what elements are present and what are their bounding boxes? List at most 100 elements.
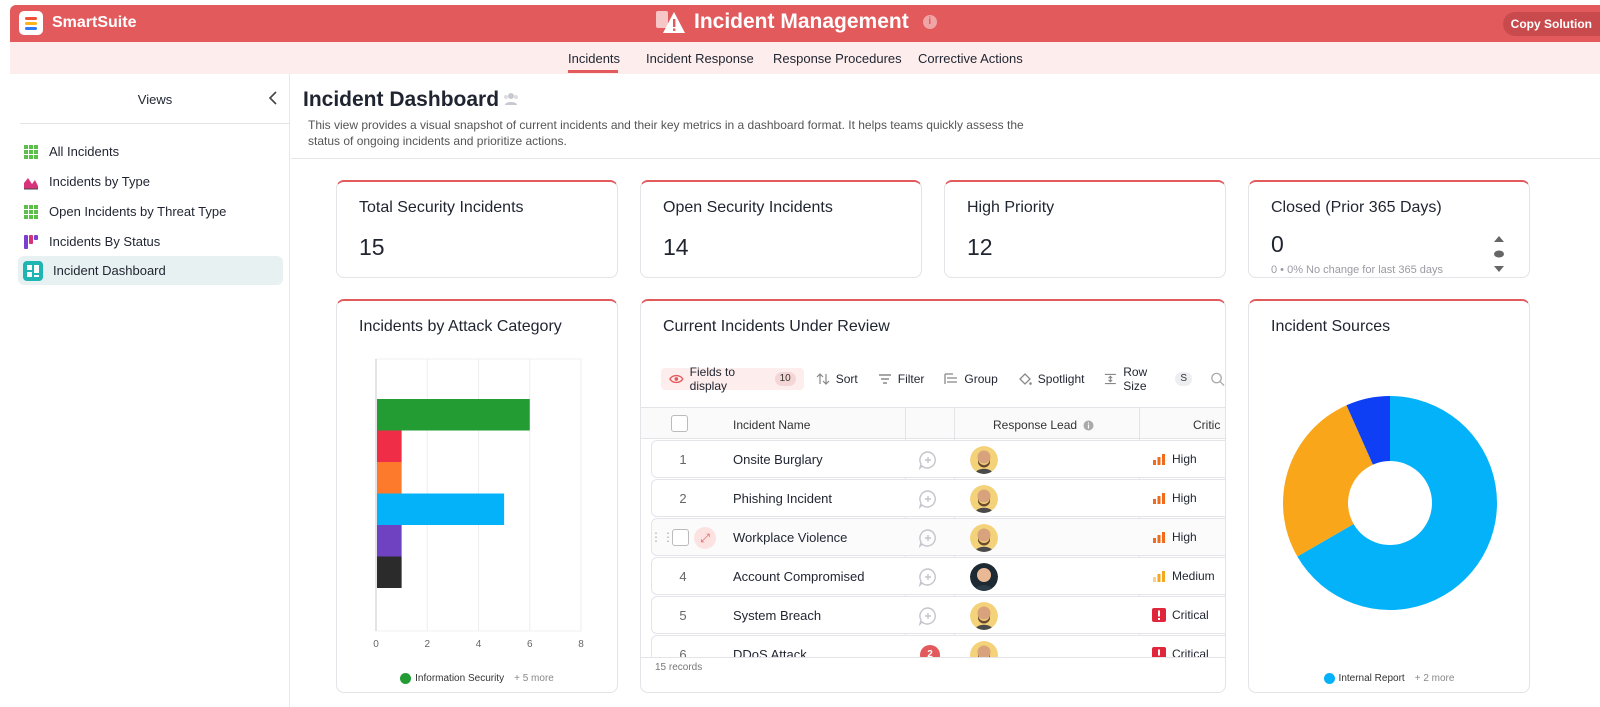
bar[interactable]	[377, 525, 402, 557]
row-number: 4	[679, 569, 687, 584]
bar[interactable]	[377, 399, 530, 431]
legend-item[interactable]: Internal Report	[1323, 672, 1405, 684]
row-number: 6	[679, 647, 687, 657]
drag-handle-icon[interactable]: ⋮⋮	[650, 530, 674, 544]
criticality-cell[interactable]: Critical	[1152, 647, 1209, 657]
legend-more[interactable]: + 5 more	[514, 673, 554, 684]
select-all-checkbox[interactable]	[671, 415, 688, 432]
signal-bars-icon	[1153, 532, 1165, 543]
legend-item[interactable]: Information Security	[400, 672, 504, 684]
chevron-left-icon[interactable]	[266, 89, 280, 107]
column-header-criticality[interactable]: Critic	[1193, 418, 1220, 432]
group-button[interactable]: Group	[936, 368, 1005, 390]
table-row[interactable]: 6 DDoS Attack 2 Critical	[651, 635, 1225, 657]
bar[interactable]	[377, 556, 402, 589]
incident-name-cell[interactable]: Account Compromised	[733, 569, 865, 584]
grid-view-icon	[24, 204, 38, 219]
avatar[interactable]	[970, 641, 998, 657]
grid-footer: 15 records	[641, 657, 1225, 692]
metric-card-high-priority[interactable]: High Priority 12	[944, 180, 1226, 278]
sidebar-item-incident-dashboard[interactable]: Incident Dashboard	[18, 256, 283, 285]
record-count: 15 records	[655, 662, 703, 673]
table-row[interactable]: 1 Onsite Burglary High	[651, 440, 1225, 478]
bar[interactable]	[377, 462, 402, 494]
criticality-cell[interactable]: High	[1152, 452, 1197, 466]
fields-to-display-button[interactable]: Fields to display 10	[661, 365, 804, 393]
filter-label: Filter	[897, 372, 925, 386]
column-header-response-lead[interactable]: Response Lead	[993, 418, 1094, 432]
avatar[interactable]	[970, 485, 998, 513]
table-row[interactable]: 4 Account Compromised Medium	[651, 557, 1225, 595]
criticality-cell[interactable]: High	[1152, 530, 1197, 544]
tab-corrective-actions[interactable]: Corrective Actions	[918, 51, 1023, 66]
bar[interactable]	[377, 493, 505, 526]
row-number: 2	[679, 491, 687, 506]
expand-icon[interactable]: ⤢	[694, 527, 716, 549]
smartsuite-logo-icon	[19, 11, 43, 35]
incident-name-cell[interactable]: Onsite Burglary	[733, 452, 823, 467]
incident-name-cell[interactable]: System Breach	[733, 608, 821, 623]
metric-title: Closed (Prior 365 Days)	[1271, 199, 1442, 216]
comment-count-badge[interactable]: 2	[920, 645, 940, 657]
criticality-cell[interactable]: High	[1152, 491, 1197, 505]
info-icon[interactable]	[1083, 420, 1094, 431]
row-number: 1	[679, 452, 687, 467]
metric-value: 15	[359, 234, 385, 260]
row-size-button[interactable]: Row Size S	[1096, 365, 1200, 393]
criticality-cell[interactable]: Medium	[1152, 569, 1215, 583]
bar[interactable]	[377, 430, 402, 463]
table-row[interactable]: 2 Phishing Incident High	[651, 479, 1225, 517]
metric-value: 12	[967, 234, 993, 260]
avatar[interactable]	[970, 446, 998, 474]
brand-logo[interactable]: SmartSuite	[19, 11, 136, 35]
sidebar-item-all-incidents[interactable]: All Incidents	[18, 137, 283, 166]
views-title: Views	[137, 92, 173, 107]
views-header: Views	[20, 74, 290, 124]
add-comment-icon[interactable]	[918, 489, 938, 509]
legend-more[interactable]: + 2 more	[1415, 673, 1455, 684]
grid-toolbar: Fields to display 10 Sort Filter Group S…	[661, 365, 1225, 393]
info-icon[interactable]: i	[922, 15, 937, 29]
search-icon[interactable]	[1210, 371, 1225, 387]
add-comment-icon[interactable]	[918, 567, 938, 587]
row-size-label: Row Size	[1123, 365, 1148, 393]
sidebar-item-open-incidents-by-threat-type[interactable]: Open Incidents by Threat Type	[18, 197, 283, 226]
filter-button[interactable]: Filter	[870, 368, 933, 390]
copy-solution-button[interactable]: Copy Solution	[1502, 12, 1600, 36]
incident-name-cell[interactable]: DDoS Attack	[733, 647, 807, 657]
tab-bar: Incidents Incident Response Response Pro…	[10, 42, 1600, 74]
criticality-label: Critical	[1172, 608, 1209, 622]
sidebar-item-incidents-by-status[interactable]: Incidents By Status	[18, 227, 283, 256]
table-row[interactable]: ⋮⋮ ⤢ Workplace Violence High	[650, 518, 1225, 556]
add-comment-icon[interactable]	[918, 606, 938, 626]
tab-incident-response[interactable]: Incident Response	[646, 51, 754, 66]
metric-card-open[interactable]: Open Security Incidents 14	[640, 180, 922, 278]
critical-icon	[1152, 647, 1166, 657]
incident-name-cell[interactable]: Phishing Incident	[733, 491, 832, 506]
criticality-cell[interactable]: Critical	[1152, 608, 1209, 622]
table-row[interactable]: 5 System Breach Critical	[651, 596, 1225, 634]
metric-card-closed[interactable]: Closed (Prior 365 Days) 0 0 • 0% No chan…	[1248, 180, 1530, 278]
people-icon[interactable]	[503, 91, 519, 107]
avatar[interactable]	[970, 563, 998, 591]
tab-incidents[interactable]: Incidents	[568, 51, 620, 66]
column-header-incident-name[interactable]: Incident Name	[733, 418, 810, 432]
incident-name-cell[interactable]: Workplace Violence	[733, 530, 847, 545]
row-checkbox[interactable]	[672, 529, 689, 546]
metric-title: High Priority	[967, 199, 1055, 216]
tab-response-procedures[interactable]: Response Procedures	[773, 51, 902, 66]
criticality-label: Medium	[1172, 569, 1215, 583]
spotlight-button[interactable]: Spotlight	[1010, 368, 1093, 390]
criticality-label: Critical	[1172, 647, 1209, 657]
dashboard-main: Incident Dashboard This view provides a …	[291, 74, 1600, 707]
add-comment-icon[interactable]	[918, 528, 938, 548]
sidebar-item-incidents-by-type[interactable]: Incidents by Type	[18, 167, 283, 196]
grid-view-icon	[24, 144, 38, 159]
paint-bucket-icon	[1018, 373, 1032, 385]
avatar[interactable]	[970, 524, 998, 552]
sort-button[interactable]: Sort	[808, 368, 866, 390]
criticality-label: High	[1172, 530, 1197, 544]
add-comment-icon[interactable]	[918, 450, 938, 470]
metric-card-total[interactable]: Total Security Incidents 15	[336, 180, 618, 278]
avatar[interactable]	[970, 602, 998, 630]
